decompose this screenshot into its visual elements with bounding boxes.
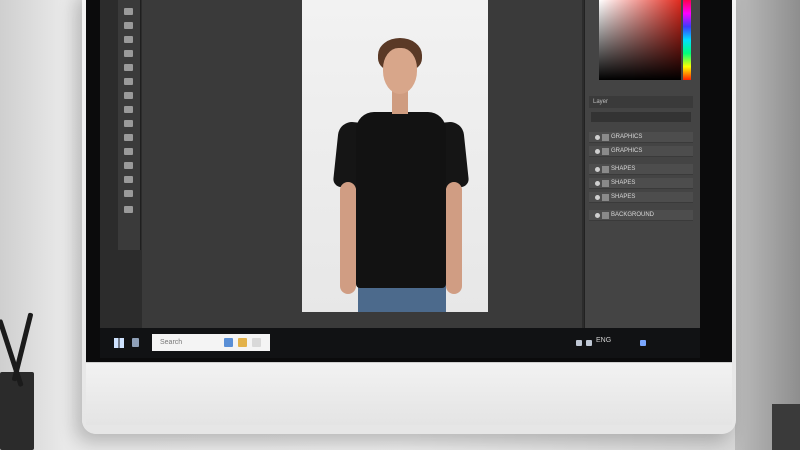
volume-icon[interactable] xyxy=(586,340,592,346)
layer-thumbnail xyxy=(602,194,609,201)
text-tool-icon[interactable] xyxy=(124,134,133,141)
layer-name: SHAPES xyxy=(611,180,636,186)
pen-tool-icon[interactable] xyxy=(124,148,133,155)
shape-tool-icon[interactable] xyxy=(124,162,133,169)
layer-row[interactable]: GRAPHICS xyxy=(589,132,693,143)
eye-icon[interactable] xyxy=(595,195,600,200)
monitor-chin xyxy=(86,362,732,425)
layers-panel-header[interactable]: Layer xyxy=(589,96,693,108)
eyedropper-tool-icon[interactable] xyxy=(124,64,133,71)
desk-object xyxy=(772,404,800,450)
screen: Layer GRAPHICS GRAPHICS SHAPES SHAPES SH… xyxy=(100,0,700,358)
brush-tool-icon[interactable] xyxy=(124,78,133,85)
layer-name: SHAPES xyxy=(611,166,636,172)
hue-slider[interactable] xyxy=(683,0,691,80)
eye-icon[interactable] xyxy=(595,167,600,172)
layer-thumbnail xyxy=(602,148,609,155)
layer-thumbnail xyxy=(602,134,609,141)
photo-subject-face xyxy=(383,48,417,94)
layer-name: BACKGROUND xyxy=(611,212,655,218)
document-area[interactable] xyxy=(142,0,582,328)
eye-icon[interactable] xyxy=(595,135,600,140)
browser-icon[interactable] xyxy=(238,338,247,347)
crop-tool-icon[interactable] xyxy=(124,50,133,57)
layer-name: SHAPES xyxy=(611,194,636,200)
layer-row[interactable]: GRAPHICS xyxy=(589,146,693,157)
lasso-tool-icon[interactable] xyxy=(124,36,133,43)
photo-subject-jeans xyxy=(358,284,446,312)
tools-panel xyxy=(118,0,141,250)
color-picker-field[interactable] xyxy=(599,0,681,80)
layer-row[interactable]: SHAPES xyxy=(589,164,693,175)
zoom-tool-icon[interactable] xyxy=(124,190,133,197)
mail-icon[interactable] xyxy=(252,338,261,347)
layer-row[interactable]: SHAPES xyxy=(589,192,693,203)
photo-subject-arm xyxy=(446,182,462,294)
hand-tool-icon[interactable] xyxy=(124,176,133,183)
eye-icon[interactable] xyxy=(595,149,600,154)
layer-name: GRAPHICS xyxy=(611,134,643,140)
taskbar: Search ENG xyxy=(100,328,700,358)
photo-subject-arm xyxy=(340,182,356,294)
layer-name: GRAPHICS xyxy=(611,148,643,154)
layer-row[interactable]: SHAPES xyxy=(589,178,693,189)
language-indicator[interactable]: ENG xyxy=(596,337,611,344)
layer-thumbnail xyxy=(602,180,609,187)
back-icon[interactable] xyxy=(132,338,139,347)
marquee-tool-icon[interactable] xyxy=(124,22,133,29)
layer-row[interactable]: BACKGROUND xyxy=(589,210,693,221)
right-panels: Layer GRAPHICS GRAPHICS SHAPES SHAPES SH… xyxy=(584,0,700,328)
wall-shadow xyxy=(735,0,800,450)
notification-icon[interactable] xyxy=(640,340,646,346)
folder-icon[interactable] xyxy=(224,338,233,347)
layer-thumbnail xyxy=(602,166,609,173)
layers-filter[interactable] xyxy=(591,112,691,122)
photo-canvas[interactable] xyxy=(302,0,488,312)
eraser-tool-icon[interactable] xyxy=(124,106,133,113)
eye-icon[interactable] xyxy=(595,181,600,186)
start-icon[interactable] xyxy=(114,338,124,348)
layer-thumbnail xyxy=(602,212,609,219)
foreground-color-icon[interactable] xyxy=(124,206,133,213)
gradient-tool-icon[interactable] xyxy=(124,120,133,127)
stamp-tool-icon[interactable] xyxy=(124,92,133,99)
eye-icon[interactable] xyxy=(595,213,600,218)
network-icon[interactable] xyxy=(576,340,582,346)
photo-subject-shirt xyxy=(356,112,446,288)
move-tool-icon[interactable] xyxy=(124,8,133,15)
